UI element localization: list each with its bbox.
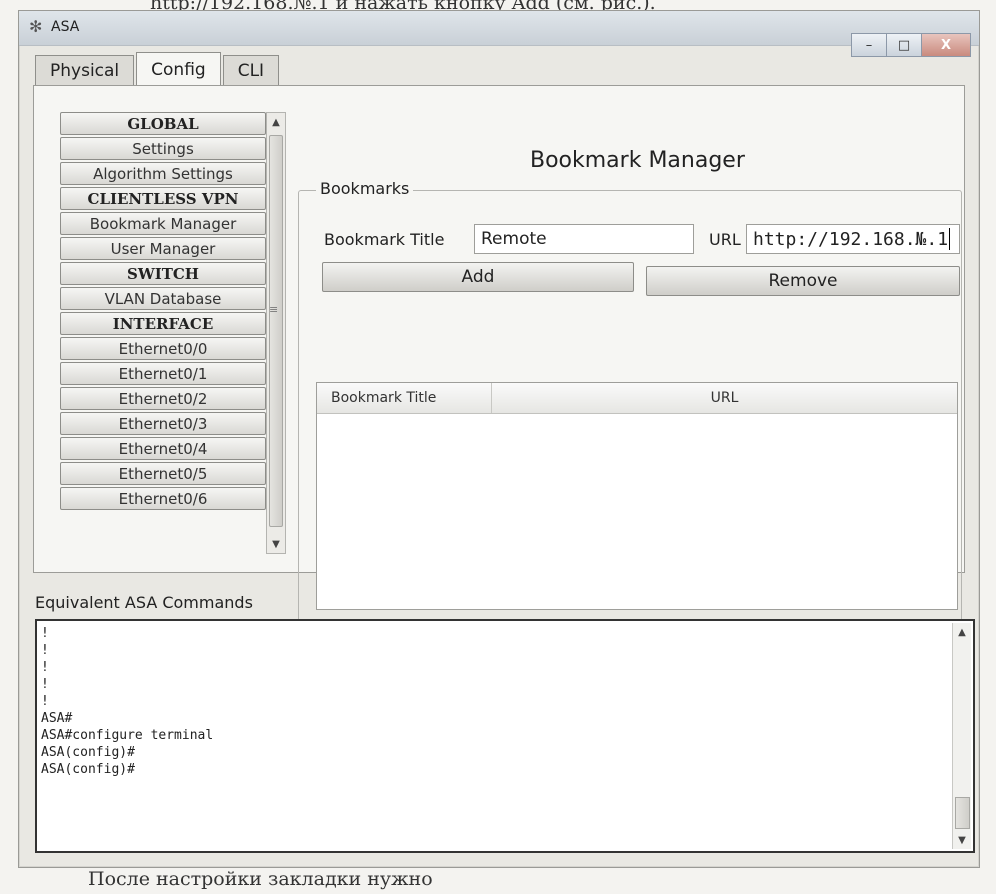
bookmark-title-input[interactable]: Remote [474,224,694,254]
remove-button[interactable]: Remove [646,266,960,296]
sidebar-item-user-manager[interactable]: User Manager [60,237,266,260]
add-button[interactable]: Add [322,262,634,292]
tab-config[interactable]: Config [136,52,221,86]
sidebar-scrollbar[interactable]: ▲ ≡ ▼ [266,112,286,554]
config-sidebar: GLOBAL Settings Algorithm Settings CLIEN… [60,112,266,552]
column-url[interactable]: URL [492,383,957,413]
window-controls: – □ X [851,33,971,57]
maximize-button[interactable]: □ [886,33,922,57]
asa-window: ✻ ASA – □ X Physical Config CLI GLOBAL S… [18,10,980,868]
table-header: Bookmark Title URL [317,383,957,414]
console-scrollbar[interactable]: ▲ ▼ [952,623,971,849]
sidebar-item-ethernet0-2[interactable]: Ethernet0/2 [60,387,266,410]
bookmark-title-value: Remote [481,229,547,249]
console-line: ! [41,643,49,658]
minimize-button[interactable]: – [851,33,887,57]
app-icon: ✻ [29,17,43,36]
url-value: http://192.168.№.1 [753,228,949,250]
sidebar-item-algorithm-settings[interactable]: Algorithm Settings [60,162,266,185]
sidebar-item-ethernet0-4[interactable]: Ethernet0/4 [60,437,266,460]
console-line: ! [41,626,49,641]
title-bar: ✻ ASA – □ X [19,11,979,57]
scroll-down-icon[interactable]: ▼ [267,535,285,553]
console-line: ! [41,677,49,692]
column-bookmark-title[interactable]: Bookmark Title [317,383,492,413]
commands-label: Equivalent ASA Commands [35,593,253,612]
sidebar-header-global: GLOBAL [60,112,266,135]
console-line: ASA# [41,711,73,726]
console-scroll-up-icon[interactable]: ▲ [953,623,971,641]
sidebar-item-ethernet0-0[interactable]: Ethernet0/0 [60,337,266,360]
window-title: ASA [51,19,80,35]
bookmarks-table: Bookmark Title URL [316,382,958,610]
sidebar-item-settings[interactable]: Settings [60,137,266,160]
sidebar-item-ethernet0-1[interactable]: Ethernet0/1 [60,362,266,385]
sidebar-header-interface: INTERFACE [60,312,266,335]
sidebar-header-switch: SWITCH [60,262,266,285]
text-caret [949,228,951,250]
url-label: URL [709,230,741,249]
page-title: Bookmark Manager [530,148,745,173]
console-scroll-thumb[interactable] [955,797,970,829]
console-line: ASA#configure terminal [41,728,214,743]
sidebar-item-vlan-database[interactable]: VLAN Database [60,287,266,310]
scroll-up-icon[interactable]: ▲ [267,113,285,131]
sidebar-item-ethernet0-5[interactable]: Ethernet0/5 [60,462,266,485]
console-line: ! [41,660,49,675]
bookmark-title-label: Bookmark Title [324,230,445,249]
commands-console: ! ! ! ! ! ASA# ASA#configure terminal AS… [35,619,975,853]
console-scroll-down-icon[interactable]: ▼ [953,831,971,849]
url-input[interactable]: http://192.168.№.1 [746,224,960,254]
sidebar-scroll-thumb[interactable] [269,135,283,527]
tab-cli[interactable]: CLI [222,55,280,86]
config-panel: GLOBAL Settings Algorithm Settings CLIEN… [33,85,965,630]
bookmarks-group-label: Bookmarks [316,179,414,198]
sidebar-item-ethernet0-6[interactable]: Ethernet0/6 [60,487,266,510]
scroll-grip-icon: ≡ [269,303,279,316]
tab-physical[interactable]: Physical [35,55,135,86]
console-line: ! [41,694,49,709]
console-output: ! ! ! ! ! ASA# ASA#configure terminal AS… [41,625,213,778]
tab-bar: Physical Config CLI [35,52,281,86]
console-line: ASA(config)# [41,762,135,777]
sidebar-header-clientless-vpn: CLIENTLESS VPN [60,187,266,210]
document-bottom-text: После настройки закладки нужно [88,868,433,890]
close-button[interactable]: X [921,33,971,57]
console-line: ASA(config)# [41,745,135,760]
sidebar-item-ethernet0-3[interactable]: Ethernet0/3 [60,412,266,435]
sidebar-item-bookmark-manager[interactable]: Bookmark Manager [60,212,266,235]
